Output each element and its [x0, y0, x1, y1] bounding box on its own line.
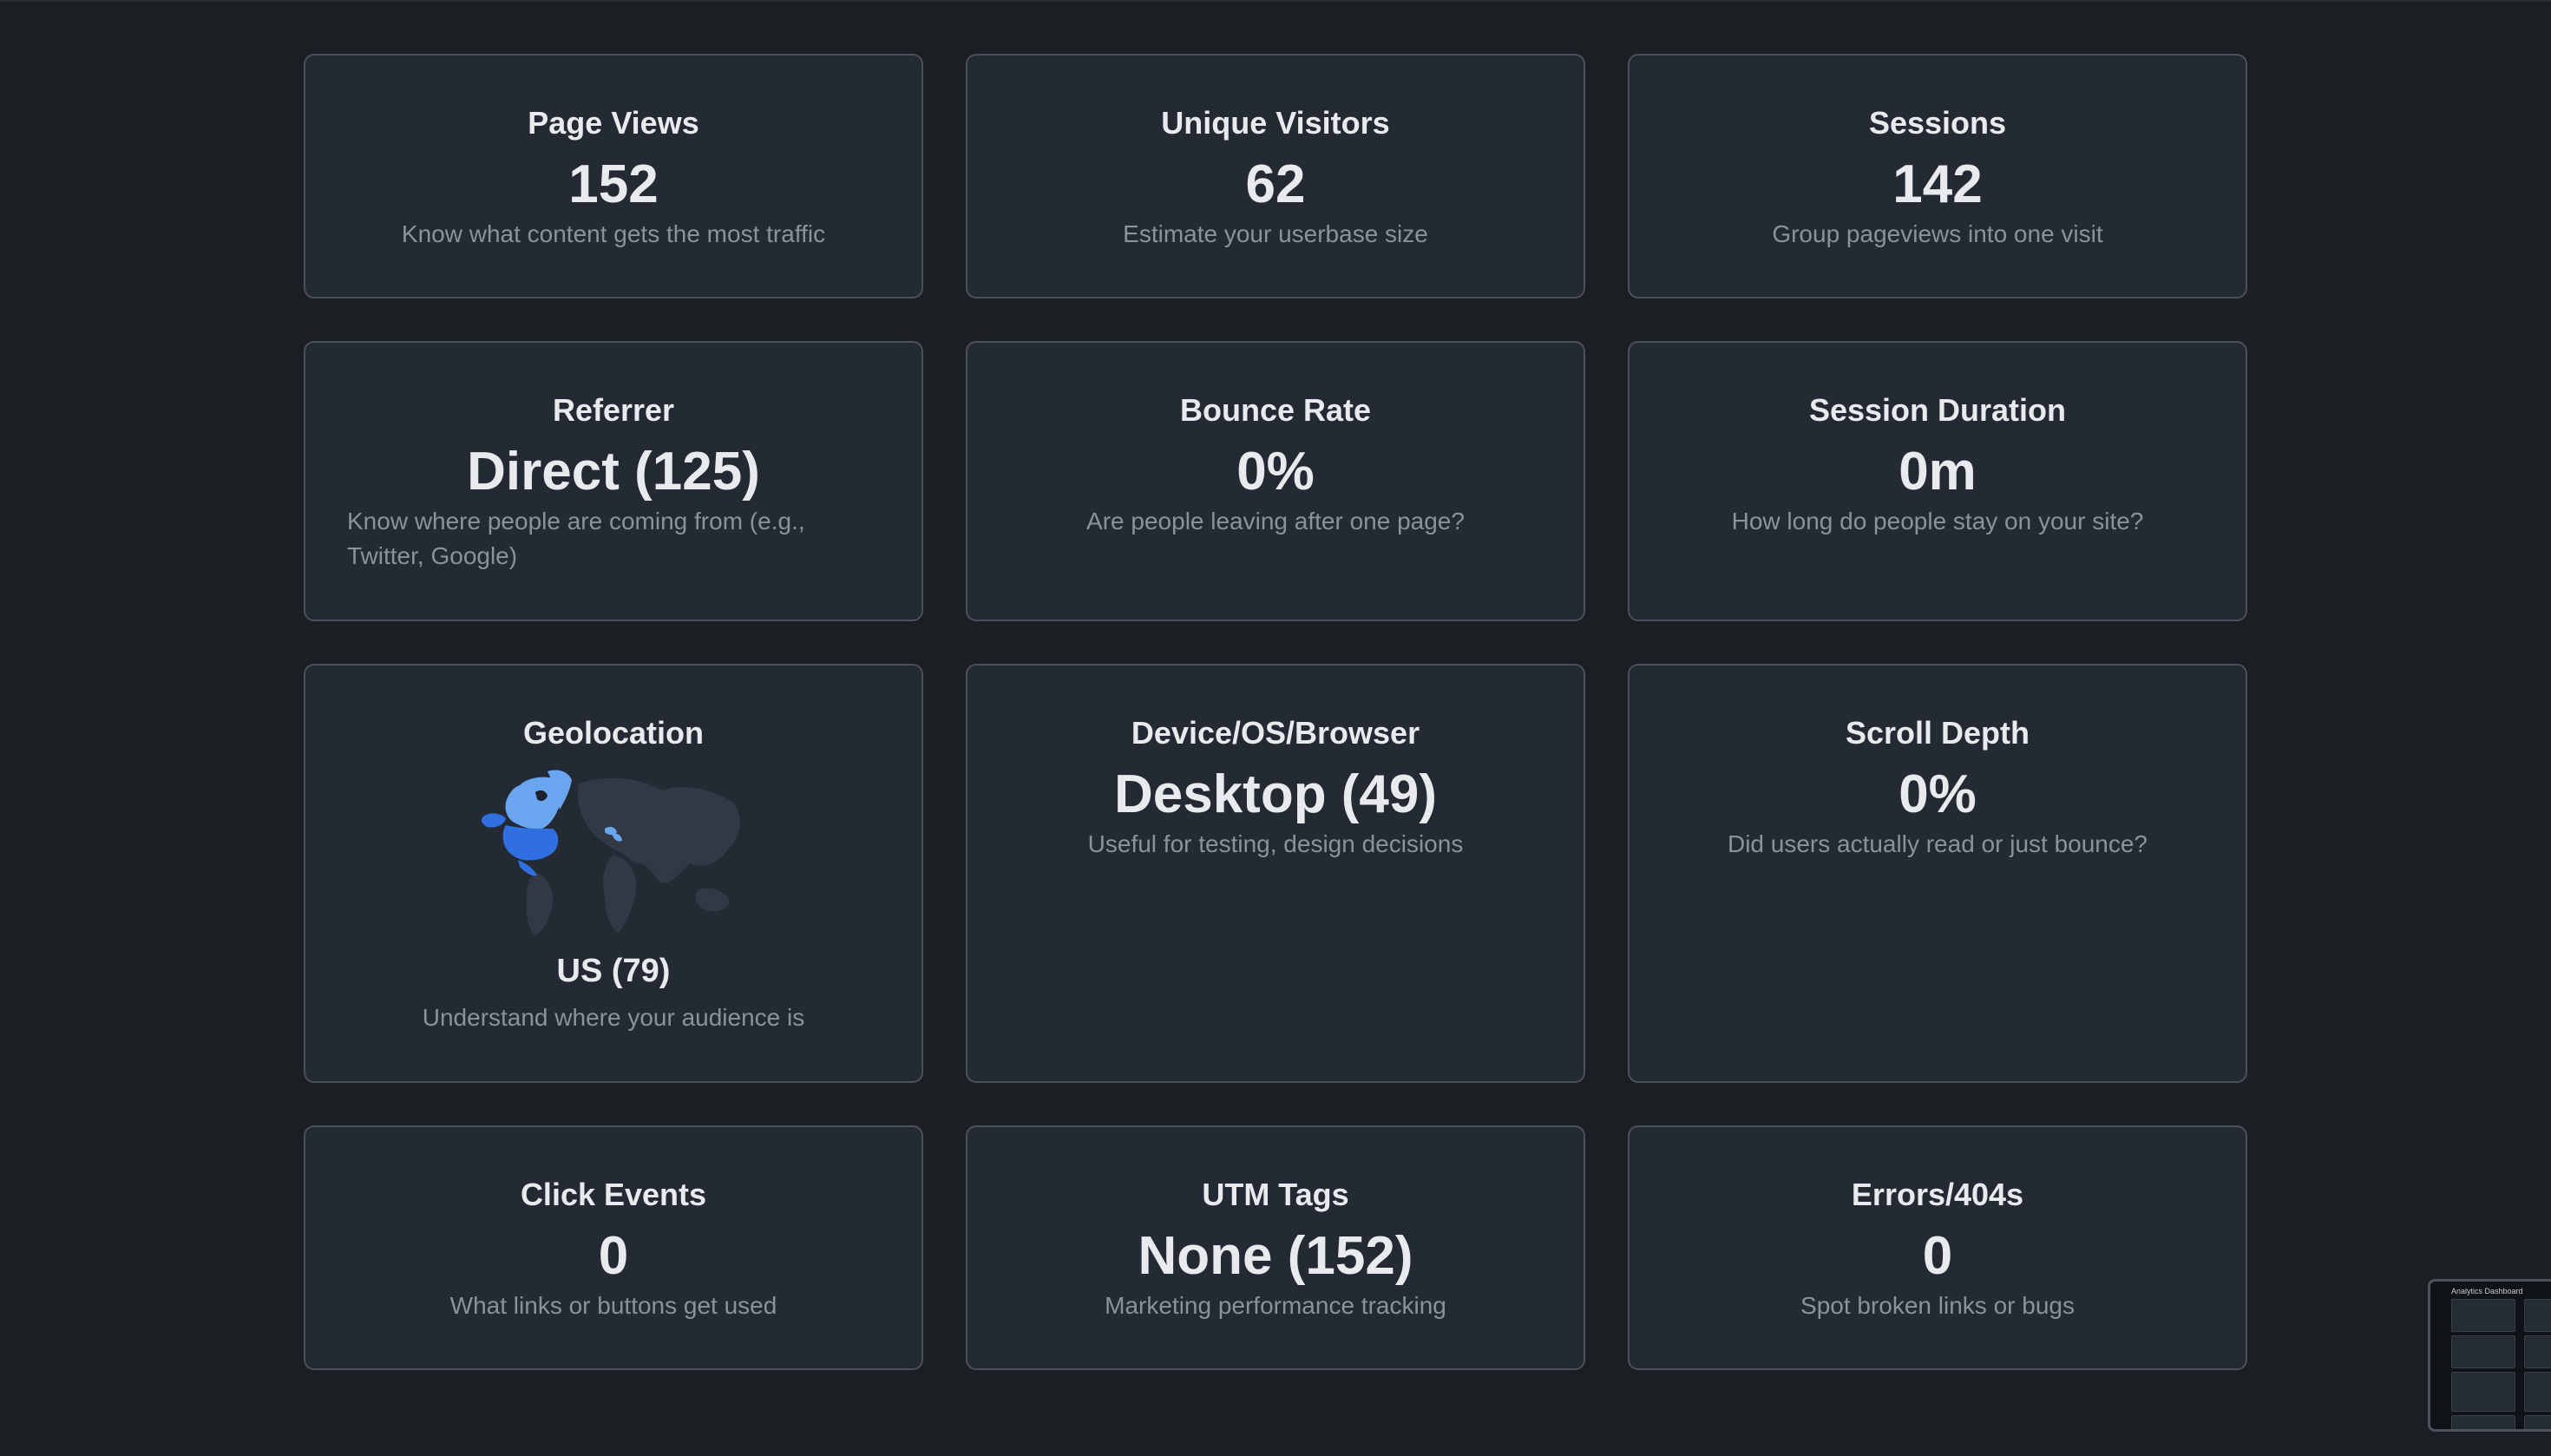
card-title: Device/OS/Browser: [1131, 715, 1420, 751]
thumbnail-card: [2524, 1335, 2551, 1368]
card-bounce-rate: Bounce Rate 0% Are people leaving after …: [966, 341, 1585, 621]
thumbnail-card: [2451, 1335, 2515, 1368]
dashboard-grid: Page Views 152 Know what content gets th…: [304, 54, 2247, 1370]
card-errors-404s: Errors/404s 0 Spot broken links or bugs: [1628, 1125, 2247, 1370]
card-page-views: Page Views 152 Know what content gets th…: [304, 54, 923, 298]
window-thumbnail-preview[interactable]: Analytics Dashboard: [2428, 1279, 2551, 1432]
card-value: US (79): [556, 953, 671, 989]
card-description: Estimate your userbase size: [1123, 220, 1428, 247]
card-unique-visitors: Unique Visitors 62 Estimate your userbas…: [966, 54, 1585, 298]
card-value: 142: [1892, 154, 1983, 214]
card-value: None (152): [1138, 1226, 1413, 1286]
card-description: Did users actually read or just bounce?: [1727, 830, 2148, 857]
card-session-duration: Session Duration 0m How long do people s…: [1628, 341, 2247, 621]
card-description: Marketing performance tracking: [1105, 1292, 1446, 1319]
card-description: Are people leaving after one page?: [1086, 508, 1465, 535]
card-value: 152: [568, 154, 659, 214]
card-title: Errors/404s: [1851, 1177, 2024, 1212]
thumbnail-card: [2524, 1372, 2551, 1412]
card-description: Know what content gets the most traffic: [401, 220, 826, 247]
card-title: Sessions: [1868, 105, 2007, 141]
card-title: Scroll Depth: [1845, 715, 2030, 751]
thumbnail-card: [2451, 1299, 2515, 1332]
card-value: 62: [1245, 154, 1306, 214]
card-title: Referrer: [552, 392, 675, 428]
thumbnail-card: [2451, 1415, 2515, 1429]
card-value: 0: [598, 1226, 629, 1286]
card-description: Understand where your audience is: [422, 1004, 805, 1031]
card-referrer: Referrer Direct (125) Know where people …: [304, 341, 923, 621]
card-value: Desktop (49): [1113, 764, 1438, 824]
card-title: Page Views: [528, 105, 699, 141]
card-description: How long do people stay on your site?: [1731, 508, 2144, 535]
card-description: Group pageviews into one visit: [1772, 220, 2103, 247]
card-title: Click Events: [520, 1177, 707, 1212]
card-sessions: Sessions 142 Group pageviews into one vi…: [1628, 54, 2247, 298]
card-value: Direct (125): [467, 442, 760, 502]
card-geolocation: Geolocation US (79) Understand where you…: [304, 664, 923, 1083]
card-scroll-depth: Scroll Depth 0% Did users actually read …: [1628, 664, 2247, 1083]
card-description: Useful for testing, design decisions: [1087, 830, 1464, 857]
card-title: Bounce Rate: [1179, 392, 1372, 428]
card-title: UTM Tags: [1202, 1177, 1349, 1212]
world-map-icon: [481, 770, 740, 936]
card-title: Session Duration: [1808, 392, 2067, 428]
card-title: Unique Visitors: [1161, 105, 1390, 141]
card-title: Geolocation: [522, 715, 705, 751]
card-device-os-browser: Device/OS/Browser Desktop (49) Useful fo…: [966, 664, 1585, 1083]
thumbnail-card: [2524, 1299, 2551, 1332]
card-description: Spot broken links or bugs: [1800, 1292, 2075, 1319]
card-description: What links or buttons get used: [449, 1292, 777, 1319]
card-value: 0%: [1898, 764, 1977, 824]
card-description: Know where people are coming from (e.g.,…: [347, 508, 805, 569]
thumbnail-card: [2451, 1372, 2515, 1412]
thumbnail-card: [2524, 1415, 2551, 1429]
card-value: 0: [1922, 1226, 1953, 1286]
card-value: 0%: [1236, 442, 1315, 502]
card-click-events: Click Events 0 What links or buttons get…: [304, 1125, 923, 1370]
window-top-edge: [0, 0, 2551, 2]
card-value: 0m: [1898, 442, 1977, 502]
card-utm-tags: UTM Tags None (152) Marketing performanc…: [966, 1125, 1585, 1370]
thumbnail-title: Analytics Dashboard: [2451, 1287, 2523, 1295]
